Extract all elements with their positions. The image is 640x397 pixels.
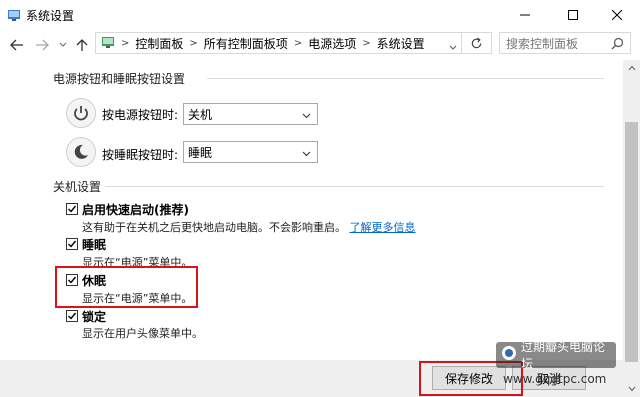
breadcrumb-item[interactable]: 电源选项 <box>308 35 356 52</box>
fast-startup-label[interactable]: 启用快速启动(推荐) <box>82 201 189 218</box>
power-button-value: 关机 <box>188 107 213 122</box>
power-button-label: 按电源按钮时: <box>102 108 179 122</box>
forward-button[interactable] <box>34 37 50 53</box>
breadcrumb-separator: > <box>362 37 371 49</box>
minimize-button[interactable] <box>502 0 548 30</box>
section-divider <box>105 186 604 187</box>
power-button-select[interactable]: 关机 <box>183 103 318 125</box>
chevron-down-icon <box>302 108 311 122</box>
maximize-button[interactable] <box>550 0 596 30</box>
up-button[interactable] <box>74 37 90 53</box>
section-title-power: 电源按钮和睡眠按钮设置 <box>53 72 186 86</box>
refresh-button[interactable] <box>462 32 492 54</box>
fast-startup-checkbox[interactable] <box>66 203 78 215</box>
sleep-button-select[interactable]: 睡眠 <box>183 141 318 163</box>
forward-arrow-icon <box>36 39 49 51</box>
title-bar: 系统设置 <box>0 0 640 30</box>
watermark-text: 过期瓣头电脑论坛 <box>521 340 606 371</box>
chevron-down-icon <box>302 146 311 160</box>
control-panel-small-icon <box>101 35 115 52</box>
section-divider <box>207 78 604 79</box>
up-arrow-icon <box>76 39 88 51</box>
breadcrumb-separator: > <box>293 37 303 49</box>
chevron-up-icon <box>628 65 635 71</box>
sleep-button-label: 按睡眠按钮时: <box>102 148 179 162</box>
breadcrumb-separator: > <box>121 37 130 49</box>
checkmark-icon <box>68 205 77 213</box>
watermark-badge: 过期瓣头电脑论坛 <box>496 340 616 371</box>
control-panel-icon <box>7 7 21 21</box>
minimize-icon <box>520 14 530 16</box>
window-title: 系统设置 <box>26 9 75 23</box>
scrollbar-thumb[interactable] <box>625 122 638 362</box>
back-arrow-icon <box>10 39 23 51</box>
learn-more-link[interactable]: 了解更多信息 <box>350 221 416 234</box>
lock-description: 显示在用户头像菜单中。 <box>82 327 203 340</box>
refresh-icon <box>471 36 482 48</box>
breadcrumb-item[interactable]: 控制面板 <box>135 35 183 52</box>
close-icon <box>612 10 622 20</box>
watermark-url: www.gqgtpc.com <box>503 372 607 386</box>
sleep-checkbox[interactable] <box>66 238 78 250</box>
maximize-icon <box>568 10 578 20</box>
highlight-box-hibernate <box>55 266 198 308</box>
chevron-down-icon <box>628 386 635 392</box>
sleep-label[interactable]: 睡眠 <box>82 236 106 253</box>
breadcrumb-item[interactable]: 所有控制面板项 <box>204 35 288 52</box>
lock-label[interactable]: 锁定 <box>82 308 106 325</box>
lock-checkbox[interactable] <box>66 310 78 322</box>
scroll-down-button[interactable] <box>623 381 640 397</box>
breadcrumb-item[interactable]: 系统设置 <box>377 35 425 52</box>
sleep-button-icon <box>66 137 96 167</box>
checkmark-icon <box>68 240 77 248</box>
search-input[interactable]: 搜索控制面板 <box>499 32 631 54</box>
sleep-button-value: 睡眠 <box>188 145 213 160</box>
search-placeholder: 搜索控制面板 <box>506 36 579 51</box>
search-icon[interactable] <box>611 37 624 53</box>
recent-dropdown-button[interactable] <box>55 37 71 53</box>
power-button-icon <box>66 98 96 128</box>
fast-startup-desc-text: 这有助于在关机之后更快地启动电脑。不会影响重启。 <box>82 221 346 234</box>
scroll-up-button[interactable] <box>623 60 640 76</box>
checkmark-icon <box>68 312 77 320</box>
close-button[interactable] <box>594 0 640 30</box>
back-button[interactable] <box>9 37 25 53</box>
fast-startup-description: 这有助于在关机之后更快地启动电脑。不会影响重启。 了解更多信息 <box>82 219 416 235</box>
section-title-shutdown: 关机设置 <box>53 180 102 194</box>
chevron-down-icon <box>59 42 67 47</box>
chevron-down-icon[interactable] <box>449 40 457 53</box>
address-bar[interactable]: > 控制面板 > 所有控制面板项 > 电源选项 > 系统设置 <box>95 32 462 54</box>
watermark-logo-icon <box>501 345 517 365</box>
breadcrumb-separator: > <box>189 37 198 49</box>
